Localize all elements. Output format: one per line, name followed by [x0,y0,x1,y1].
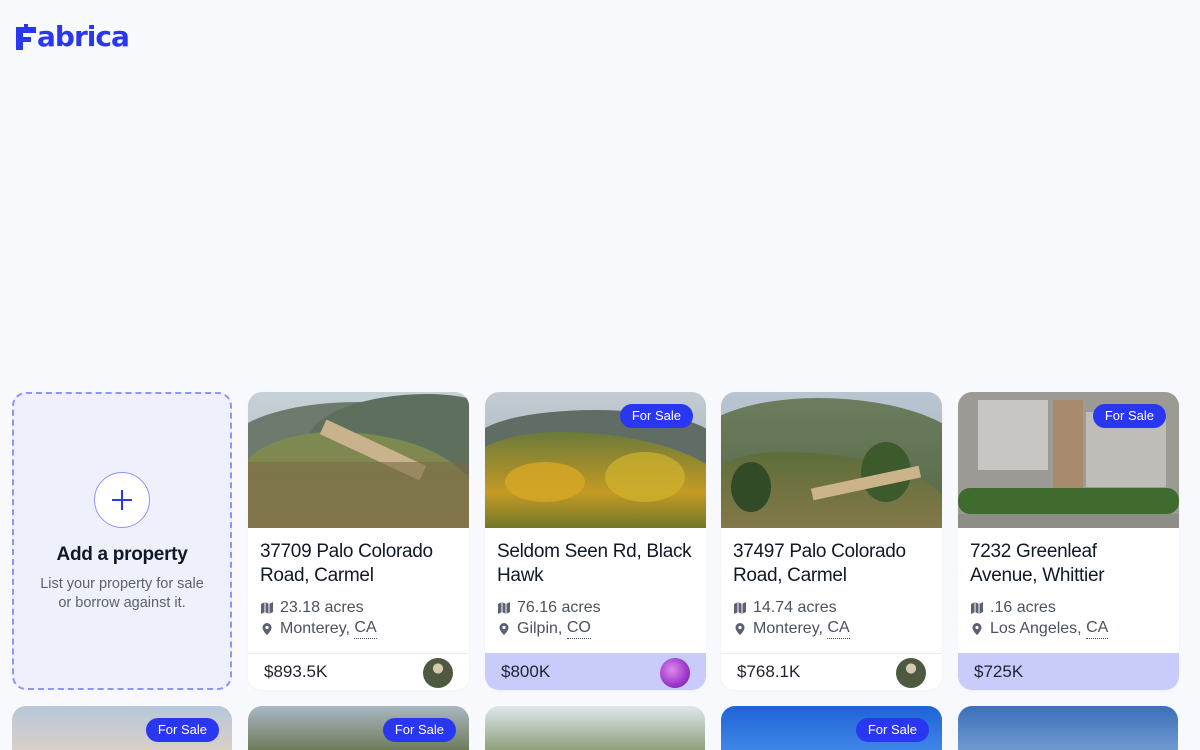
property-photo [248,392,469,528]
map-icon [971,602,983,614]
property-acreage: 14.74 acres [733,598,930,618]
location-pin-icon [499,622,509,635]
price-row: $725K [958,653,1179,690]
plus-icon[interactable] [94,472,150,528]
for-sale-badge: For Sale [145,718,219,742]
property-photo [721,392,942,528]
price-row: $893.5K [248,653,469,690]
property-address: 37709 Palo Colorado Road, Carmel [260,541,433,586]
add-property-subtitle: List your property for sale or borrow ag… [40,576,204,611]
acreage-text: 76.16 acres [517,599,601,616]
acreage-text: 14.74 acres [753,599,837,616]
price-row: $800K [485,653,706,690]
map-icon [261,602,273,614]
state-abbr: CA [354,618,377,639]
property-location: Monterey, CA [733,618,930,639]
fabrica-logo[interactable]: abrica [16,20,130,53]
property-card[interactable] [958,706,1178,750]
property-acreage: 23.18 acres [260,598,457,618]
property-card[interactable]: For Sale [721,706,942,750]
property-card[interactable]: For Sale [12,706,232,750]
state-abbr: CA [1086,618,1109,639]
price-row: $768.1K [721,653,942,690]
for-sale-badge: For Sale [855,718,929,742]
property-card[interactable]: For Sale Seldom Seen Rd, Black Hawk 76.1… [485,392,706,690]
property-location: Los Angeles, CA [970,618,1167,639]
logo-text: abrica [37,20,130,53]
add-property-card[interactable]: Add a property List your property for sa… [12,392,232,690]
for-sale-badge: For Sale [382,718,456,742]
property-address: Seldom Seen Rd, Black Hawk [497,541,692,586]
county-text: Los Angeles, [990,619,1082,637]
location-pin-icon [262,622,272,635]
owner-avatar[interactable] [423,658,453,688]
property-price: $893.5K [264,662,328,681]
state-abbr: CA [827,618,850,639]
property-address: 37497 Palo Colorado Road, Carmel [733,541,906,586]
property-acreage: 76.16 acres [497,598,694,618]
logo-f-mark [16,24,36,50]
county-text: Monterey, [280,619,350,637]
property-location: Monterey, CA [260,618,457,639]
property-address: 7232 Greenleaf Avenue, Whittier [970,541,1105,586]
county-text: Monterey, [753,619,823,637]
acreage-text: 23.18 acres [280,599,364,616]
property-acreage: .16 acres [970,598,1167,618]
for-sale-badge: For Sale [619,404,693,428]
property-card[interactable]: For Sale 7232 Greenleaf Avenue, Whittier… [958,392,1179,690]
map-icon [498,602,510,614]
property-card[interactable]: 37709 Palo Colorado Road, Carmel 23.18 a… [248,392,469,690]
property-price: $800K [501,662,551,681]
map-icon [734,602,746,614]
state-abbr: CO [566,618,591,639]
property-card[interactable]: For Sale [248,706,469,750]
add-property-title: Add a property [56,544,188,565]
for-sale-badge: For Sale [1092,404,1166,428]
location-pin-icon [735,622,745,635]
owner-avatar[interactable] [660,658,690,688]
owner-avatar[interactable] [896,658,926,688]
property-price: $768.1K [737,662,801,681]
acreage-text: .16 acres [990,599,1056,616]
property-card[interactable]: 37497 Palo Colorado Road, Carmel 14.74 a… [721,392,942,690]
property-location: Gilpin, CO [497,618,694,639]
property-price: $725K [974,662,1024,681]
location-pin-icon [972,622,982,635]
property-card[interactable] [485,706,705,750]
county-text: Gilpin, [517,619,563,637]
